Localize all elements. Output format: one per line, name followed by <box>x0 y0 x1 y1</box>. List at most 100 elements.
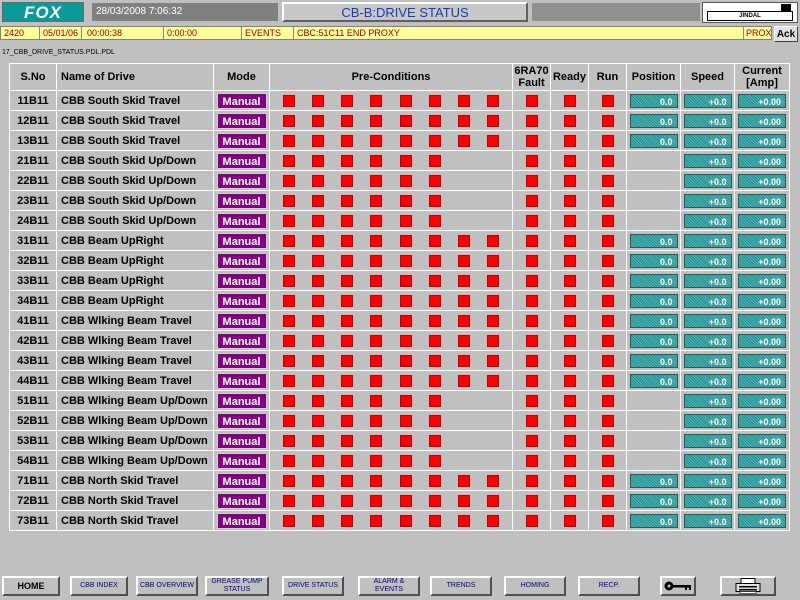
ready-indicator <box>563 374 576 387</box>
mode-button[interactable]: Manual <box>216 472 267 489</box>
mode-button[interactable]: Manual <box>216 392 267 409</box>
cbb-overview-button[interactable]: CBB OVERVIEW <box>136 576 198 596</box>
precondition-indicator <box>311 134 324 147</box>
home-button[interactable]: HOME <box>2 576 60 596</box>
mode-button[interactable]: Manual <box>216 212 267 229</box>
preconditions-cell <box>269 230 513 251</box>
mode-button[interactable]: Manual <box>216 172 267 189</box>
precondition-indicator <box>311 274 324 287</box>
drive-name: CBB Wlking Beam Travel <box>56 370 214 391</box>
ready-cell <box>550 410 589 431</box>
precondition-indicator <box>311 154 324 167</box>
precondition-indicator <box>487 254 500 267</box>
drive-sno: 31B11 <box>9 230 57 251</box>
precondition-indicator <box>399 494 412 507</box>
homing-button[interactable]: HOMING <box>504 576 566 596</box>
position-cell: 0.0 <box>626 490 681 511</box>
alarm-banner[interactable]: 2420 05/01/06 00:00:38 0:00:00 EVENTS CB… <box>0 26 772 40</box>
fox-logo: FOX <box>2 2 84 22</box>
mode-button[interactable]: Manual <box>216 312 267 329</box>
ready-cell <box>550 270 589 291</box>
drive-sno: 53B11 <box>9 430 57 451</box>
precondition-indicator <box>428 354 441 367</box>
speed-cell: +0.0 <box>680 510 735 531</box>
mode-button[interactable]: Manual <box>216 292 267 309</box>
drive-sno: 21B11 <box>9 150 57 171</box>
precondition-indicator <box>282 294 295 307</box>
mode-button[interactable]: Manual <box>216 512 267 529</box>
speed-value: +0.0 <box>683 493 732 508</box>
precondition-indicator <box>399 174 412 187</box>
precondition-indicator <box>370 254 383 267</box>
mode-button[interactable]: Manual <box>216 452 267 469</box>
precondition-indicator <box>370 174 383 187</box>
alarm-events-button[interactable]: ALARM & EVENTS <box>358 576 420 596</box>
fault-cell <box>512 190 551 211</box>
precondition-indicator <box>370 94 383 107</box>
mode-button[interactable]: Manual <box>216 152 267 169</box>
run-indicator <box>601 194 614 207</box>
run-indicator <box>601 434 614 447</box>
print-button[interactable] <box>720 576 776 596</box>
mode-button[interactable]: Manual <box>216 132 267 149</box>
current-value: +0.00 <box>738 313 786 328</box>
grease-pump-status-button[interactable]: GREASE PUMP STATUS <box>205 576 269 596</box>
drive-sno: 23B11 <box>9 190 57 211</box>
precondition-indicator <box>428 294 441 307</box>
mode-button[interactable]: Manual <box>216 352 267 369</box>
speed-cell: +0.0 <box>680 130 735 151</box>
mode-button[interactable]: Manual <box>216 192 267 209</box>
position-value: 0.0 <box>629 293 678 308</box>
speed-cell: +0.0 <box>680 270 735 291</box>
company-logo: JINDAL <box>702 2 798 23</box>
drive-name: CBB South Skid Travel <box>56 130 214 151</box>
precondition-indicator <box>487 294 500 307</box>
recp-button[interactable]: RECP. <box>578 576 640 596</box>
mode-button[interactable]: Manual <box>216 112 267 129</box>
drive-sno: 73B11 <box>9 510 57 531</box>
ready-cell <box>550 290 589 311</box>
drive-status-button[interactable]: DRIVE STATUS <box>282 576 344 596</box>
precondition-indicator <box>282 474 295 487</box>
mode-button[interactable]: Manual <box>216 372 267 389</box>
precondition-indicator <box>341 194 354 207</box>
ack-button[interactable]: Ack <box>774 26 798 42</box>
mode-cell: Manual <box>213 310 270 331</box>
precondition-indicator <box>341 234 354 247</box>
ready-cell <box>550 110 589 131</box>
precondition-indicator <box>282 114 295 127</box>
current-value: +0.00 <box>738 353 786 368</box>
mode-button[interactable]: Manual <box>216 412 267 429</box>
cbb-index-button[interactable]: CBB INDEX <box>70 576 128 596</box>
mode-button[interactable]: Manual <box>216 432 267 449</box>
precondition-indicator <box>487 94 500 107</box>
mode-cell: Manual <box>213 190 270 211</box>
ready-indicator <box>563 414 576 427</box>
mode-button[interactable]: Manual <box>216 332 267 349</box>
mode-button[interactable]: Manual <box>216 252 267 269</box>
precondition-indicator <box>282 514 295 527</box>
precondition-indicator <box>399 234 412 247</box>
trends-button[interactable]: TRENDS <box>430 576 492 596</box>
precondition-indicator <box>341 334 354 347</box>
ready-cell <box>550 90 589 111</box>
current-value: +0.00 <box>738 233 786 248</box>
mode-button[interactable]: Manual <box>216 92 267 109</box>
alarm-date: 05/01/06 <box>43 28 79 38</box>
mode-cell: Manual <box>213 330 270 351</box>
precondition-indicator <box>370 114 383 127</box>
drive-sno: 13B11 <box>9 130 57 151</box>
precondition-indicator <box>487 514 500 527</box>
precondition-indicator <box>341 294 354 307</box>
fault-cell <box>512 390 551 411</box>
mode-button[interactable]: Manual <box>216 492 267 509</box>
precondition-indicator <box>282 394 295 407</box>
table-row: 53B11 CBB Wlking Beam Up/Down Manual +0.0 +0… <box>9 430 790 451</box>
mode-button[interactable]: Manual <box>216 232 267 249</box>
current-value: +0.00 <box>738 173 786 188</box>
run-cell <box>588 270 627 291</box>
run-indicator <box>601 314 614 327</box>
precondition-indicator <box>458 334 471 347</box>
key-button[interactable] <box>660 576 696 596</box>
mode-button[interactable]: Manual <box>216 272 267 289</box>
